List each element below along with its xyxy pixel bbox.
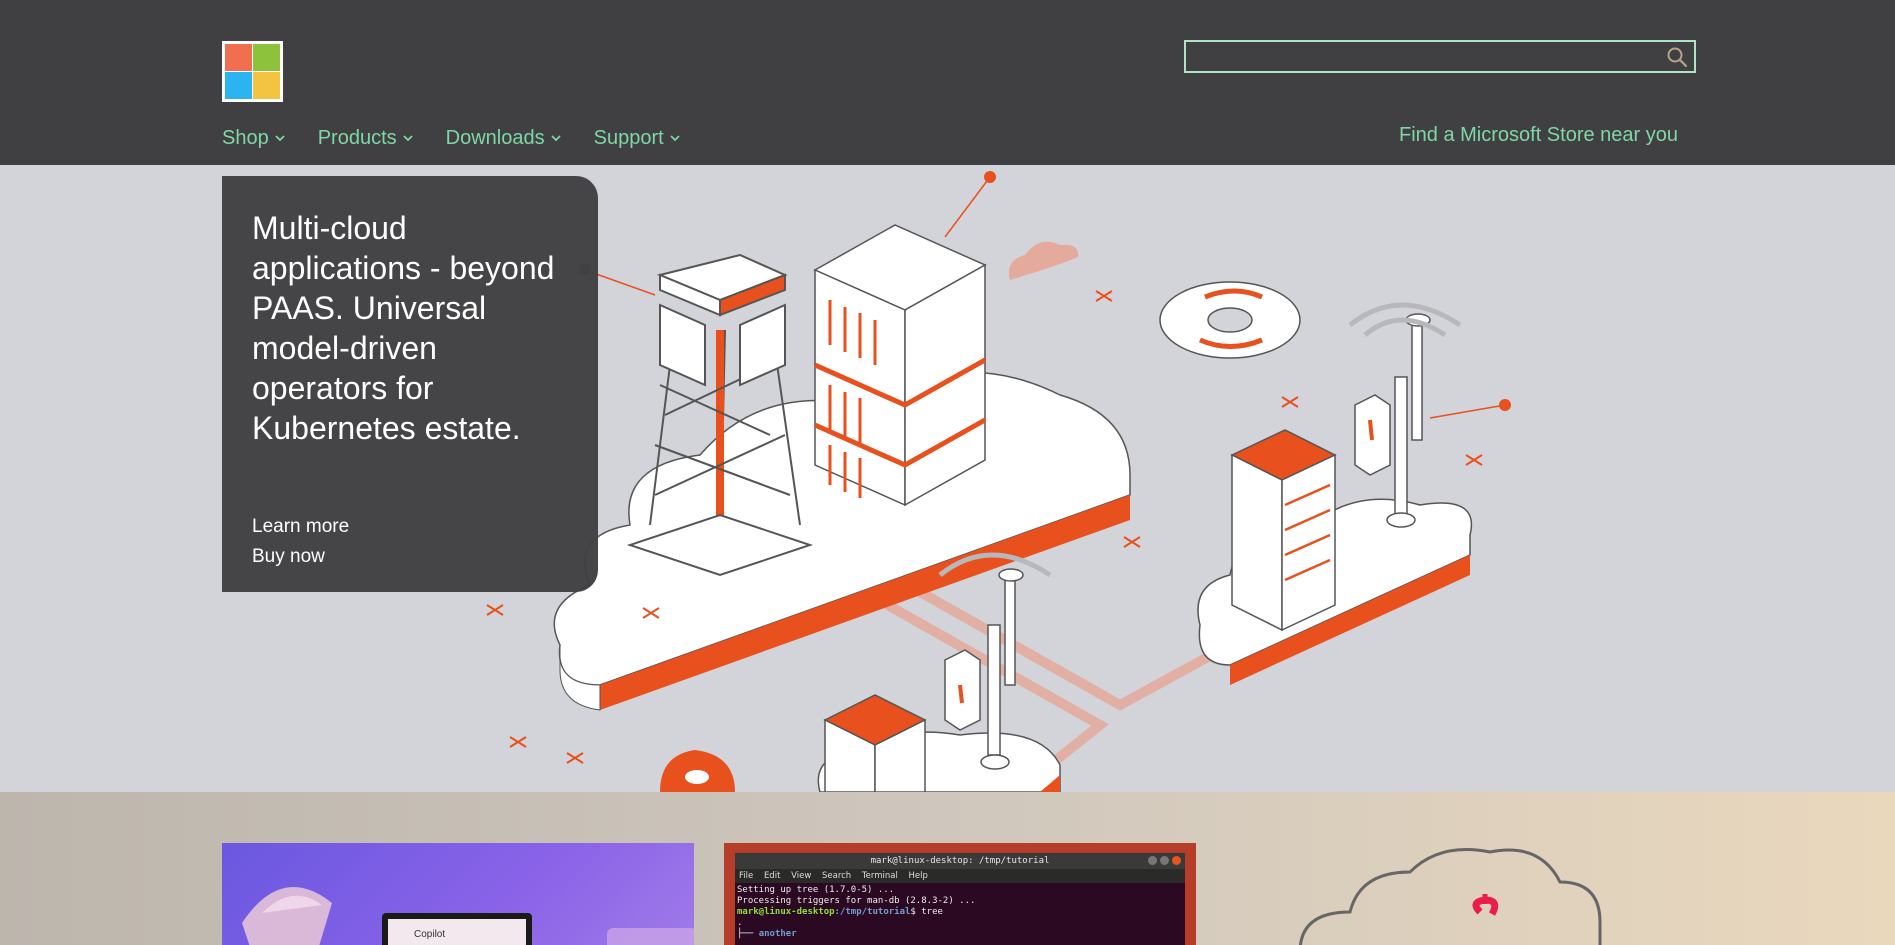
terminal-menubar: File Edit View Search Terminal Help [735, 869, 1185, 883]
hero-links: Learn more Buy now [252, 512, 349, 572]
menu-file: File [739, 871, 754, 881]
terminal-window: mark@linux-desktop: /tmp/tutorial File E… [735, 853, 1185, 945]
logo-yellow-square [253, 72, 280, 99]
terminal-tile[interactable]: mark@linux-desktop: /tmp/tutorial File E… [724, 843, 1196, 945]
terminal-line: ├── another [737, 929, 1183, 940]
hero-title: Multi-cloud applications - beyond PAAS. … [252, 210, 555, 446]
nav-shop[interactable]: Shop [222, 124, 285, 152]
copilot-tile-art [242, 887, 694, 945]
prompt-user: mark@linux-desktop [737, 907, 835, 917]
menu-edit: Edit [763, 871, 781, 881]
search-input[interactable] [1192, 45, 1646, 71]
maximize-icon [1160, 856, 1169, 865]
right-server-stack [1230, 429, 1337, 632]
nav-products-label: Products [317, 126, 397, 149]
cloud-cost-illustration [1298, 848, 1602, 945]
close-icon [1172, 856, 1181, 865]
nav-downloads-label: Downloads [445, 126, 545, 149]
main-nav: Shop Products Downloads Support [222, 124, 713, 152]
logo-blue-square [225, 72, 252, 99]
learn-more-link[interactable]: Learn more [252, 512, 349, 542]
logo-green-square [253, 44, 280, 71]
menu-terminal: Terminal [861, 871, 898, 881]
menu-search: Search [821, 871, 852, 881]
hero-banner: Multi-cloud applications - beyond PAAS. … [0, 165, 1895, 792]
terminal-line: Setting up tree (1.7.0-5) ... [737, 885, 895, 895]
minimize-icon [1148, 856, 1157, 865]
hero-card: Multi-cloud applications - beyond PAAS. … [222, 176, 598, 592]
feature-tiles-row: Copilot mark@linux-desktop: /tmp/tutoria… [0, 792, 1895, 945]
nav-support[interactable]: Support [594, 124, 680, 152]
menu-help: Help [908, 871, 928, 881]
find-store-link[interactable]: Find a Microsoft Store near you [1399, 124, 1678, 147]
site-header: Shop Products Downloads Support Find a M… [0, 0, 1895, 165]
chevron-down-icon [275, 135, 285, 142]
terminal-line: . [737, 918, 743, 928]
nav-downloads[interactable]: Downloads [446, 124, 561, 152]
window-controls [1148, 856, 1181, 865]
chevron-down-icon [403, 135, 413, 142]
menu-view: View [791, 871, 812, 881]
logo-red-square [225, 44, 252, 71]
nav-products[interactable]: Products [318, 124, 413, 152]
server-stack [813, 224, 987, 507]
copilot-label: Copilot [414, 929, 446, 940]
chevron-down-icon [670, 135, 680, 142]
tree-prefix: ├── [737, 929, 759, 939]
prompt-path: :/tmp/tutorial [834, 907, 911, 917]
terminal-prompt-line: mark@linux-desktop:/tmp/tutorial$ tree [737, 907, 1183, 918]
chevron-down-icon [550, 135, 561, 142]
nav-shop-label: Shop [222, 126, 269, 149]
terminal-output: Setting up tree (1.7.0-5) ... Processing … [735, 883, 1185, 940]
search-icon[interactable] [1666, 46, 1688, 68]
terminal-title: mark@linux-desktop: /tmp/tutorial [870, 856, 1050, 866]
copilot-tile[interactable]: Copilot [222, 843, 694, 945]
nav-support-label: Support [593, 126, 664, 149]
tree-dir: another [758, 929, 797, 939]
terminal-line: Processing triggers for man-db (2.8.3-2)… [737, 896, 976, 906]
prompt-command: $ tree [910, 907, 943, 917]
gear-icon [1159, 281, 1301, 359]
microsoft-logo[interactable] [222, 41, 283, 102]
terminal-titlebar: mark@linux-desktop: /tmp/tutorial [735, 853, 1185, 869]
search-box [1184, 40, 1696, 73]
buy-now-link[interactable]: Buy now [252, 542, 349, 572]
